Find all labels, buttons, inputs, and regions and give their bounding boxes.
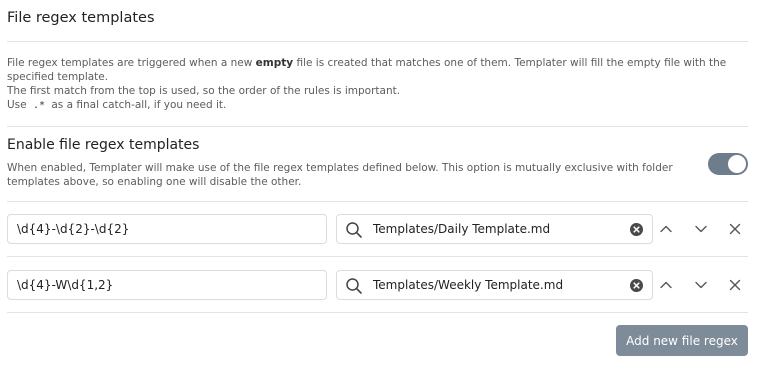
template-path: Templates/Weekly Template.md (373, 278, 564, 292)
add-file-regex-button[interactable]: Add new file regex (616, 325, 748, 356)
search-icon (346, 278, 362, 294)
template-search-field[interactable]: Templates/Daily Template.md (336, 214, 653, 244)
move-up-icon[interactable] (658, 277, 674, 293)
catch-all-code: .* (32, 100, 46, 111)
enable-setting-description: When enabled, Templater will make use of… (7, 162, 673, 188)
toggle-knob (728, 155, 746, 173)
regex-input[interactable] (7, 270, 327, 300)
divider (7, 312, 748, 313)
regex-input[interactable] (7, 214, 327, 244)
description-line-3: Use .* as a final catch-all, if you need… (7, 99, 227, 111)
move-down-icon[interactable] (693, 221, 709, 237)
move-down-icon[interactable] (693, 277, 709, 293)
divider (7, 41, 748, 42)
template-search-field[interactable]: Templates/Weekly Template.md (336, 270, 653, 300)
description-line-2: The first match from the top is used, so… (7, 85, 401, 97)
enable-setting-name: Enable file regex templates (7, 137, 200, 153)
divider (7, 201, 748, 202)
divider (7, 256, 748, 257)
move-up-icon[interactable] (658, 221, 674, 237)
template-path: Templates/Daily Template.md (373, 222, 551, 236)
settings-pane: File regex templates File regex template… (0, 0, 759, 370)
regex-rule-row: Templates/Daily Template.md (7, 214, 748, 246)
clear-icon[interactable] (630, 279, 643, 292)
clear-icon[interactable] (630, 223, 643, 236)
section-heading: File regex templates (7, 10, 155, 26)
divider (7, 126, 748, 127)
delete-icon[interactable] (727, 221, 743, 237)
enable-regex-toggle[interactable] (708, 153, 748, 175)
section-description: File regex templates are triggered when … (7, 56, 747, 113)
search-icon (346, 222, 362, 238)
delete-icon[interactable] (727, 277, 743, 293)
regex-rule-row: Templates/Weekly Template.md (7, 270, 748, 302)
description-line-1: File regex templates are triggered when … (7, 57, 727, 83)
